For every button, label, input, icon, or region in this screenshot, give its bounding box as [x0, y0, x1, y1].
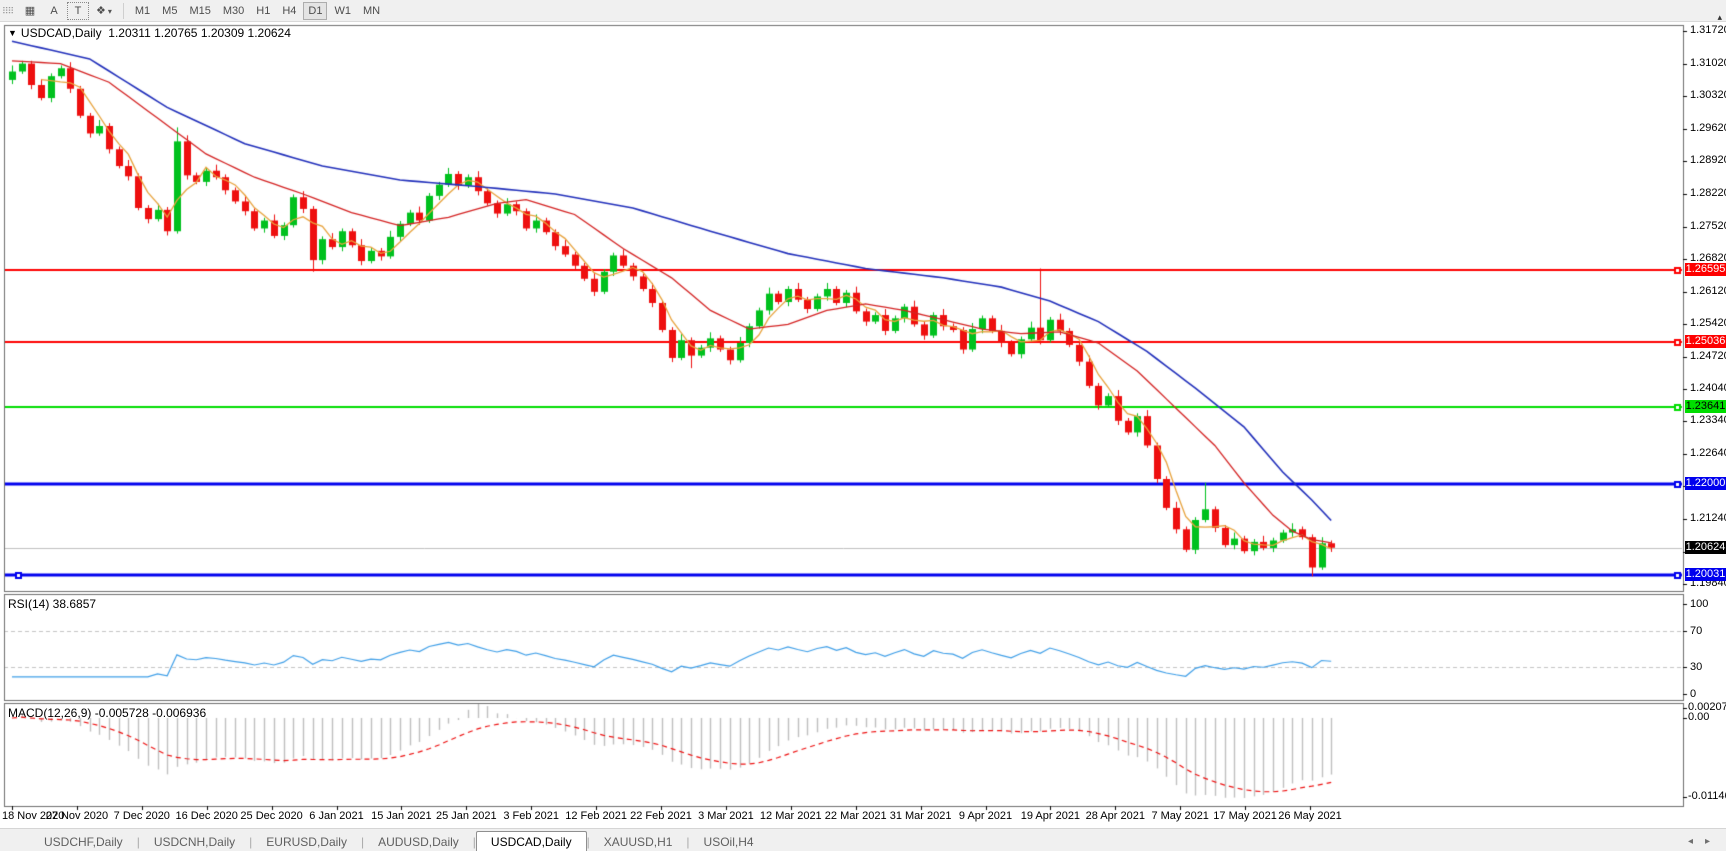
price-tick-label: 1.26120	[1690, 284, 1726, 297]
date-axis-label: 27 Nov 2020	[45, 810, 109, 822]
date-axis-label: 16 Dec 2020	[175, 810, 238, 822]
chart-tab-xauusd[interactable]: XAUUSD,H1	[590, 833, 687, 851]
date-axis-label: 6 Jan 2021	[309, 810, 364, 822]
chevron-down-icon: ▾	[107, 6, 112, 16]
date-axis-label: 31 Mar 2021	[889, 810, 952, 822]
date-axis-label: 25 Dec 2020	[240, 810, 303, 822]
date-axis-label: 25 Jan 2021	[436, 810, 497, 822]
timeframe-button-w1[interactable]: W1	[329, 2, 356, 20]
chart-tab-eurusd[interactable]: EURUSD,Daily	[252, 833, 361, 851]
price-tick-label: 1.25420	[1690, 317, 1726, 330]
price-tick-label: 1.31720	[1690, 24, 1726, 36]
macd-tick-label: 0.00	[1688, 711, 1710, 723]
objects-button[interactable]: ❖ ▾	[91, 2, 117, 20]
rsi-tick-label: 0	[1690, 688, 1697, 700]
chart-tab-usoil[interactable]: USOil,H4	[690, 833, 768, 851]
toolbar-separator	[122, 2, 124, 19]
chart-tab-usdcnh[interactable]: USDCNH,Daily	[140, 833, 249, 851]
price-tick-label: 1.24040	[1690, 381, 1726, 394]
toolbar-grip-icon[interactable]: ⠿⠿	[2, 4, 14, 18]
chart-symbol-header[interactable]: ▼ USDCAD,Daily 1.20311 1.20765 1.20309 1.…	[8, 26, 291, 40]
rsi-tick-label: 70	[1690, 625, 1703, 637]
price-line-tag: 1.23641	[1685, 400, 1726, 414]
price-tick-label: 1.27520	[1690, 219, 1726, 232]
date-axis-label: 12 Mar 2021	[759, 810, 822, 822]
timeframe-button-d1[interactable]: D1	[303, 1, 328, 20]
date-axis-label: 15 Jan 2021	[371, 810, 432, 822]
date-axis-label: 22 Mar 2021	[824, 810, 887, 822]
chart-tab-usdchf[interactable]: USDCHF,Daily	[30, 833, 137, 851]
timeframe-button-m30[interactable]: M30	[218, 2, 249, 20]
objects-icon: ❖	[96, 4, 106, 17]
price-tick-label: 1.23340	[1690, 414, 1726, 427]
macd-tick-label: -0.011462	[1688, 790, 1726, 802]
chart-symbol-label: USDCAD,Daily	[20, 26, 102, 40]
date-axis-label: 3 Mar 2021	[698, 810, 754, 822]
rsi-tick-label: 30	[1690, 661, 1703, 673]
price-tick-label: 1.28220	[1690, 186, 1726, 199]
date-axis-label: 26 May 2021	[1278, 810, 1342, 822]
date-axis-label: 17 May 2021	[1213, 810, 1277, 822]
chart-tab-bar: USDCHF,Daily | USDCNH,Daily | EURUSD,Daily | A…	[0, 828, 1726, 851]
price-tick-label: 1.21240	[1690, 512, 1726, 525]
rsi-tick-label: 100	[1690, 598, 1709, 610]
text-label-icon[interactable]: A	[43, 2, 65, 20]
timeframe-button-m1[interactable]: M1	[130, 2, 155, 20]
date-axis-label: 22 Feb 2021	[630, 810, 692, 822]
indicator-window-icon[interactable]: ▦	[19, 2, 41, 20]
price-tick-label: 1.22640	[1690, 446, 1726, 459]
price-line-tag: 1.25036	[1685, 335, 1726, 349]
price-tick-label: 1.28920	[1690, 154, 1726, 167]
timeframe-button-m15[interactable]: M15	[184, 2, 215, 20]
rsi-indicator-label: RSI(14) 38.6857	[8, 597, 97, 611]
tab-nav-arrows: ◂ ▸	[1682, 833, 1716, 851]
timeframe-button-group: M1 M5 M15 M30 H1 H4 D1 W1 MN	[129, 1, 386, 20]
price-tick-label: 1.24720	[1690, 349, 1726, 362]
price-tick-label: 1.30320	[1690, 89, 1726, 102]
chart-toolbar: ⠿⠿ ▦ A T ❖ ▾ M1 M5 M15 M30 H1 H4 D1 W1 MN	[0, 0, 1726, 22]
price-tick-label: 1.29620	[1690, 121, 1726, 134]
timeframe-button-h1[interactable]: H1	[251, 2, 275, 20]
price-line-tag: 1.26595	[1685, 262, 1726, 276]
timeframe-button-m5[interactable]: M5	[157, 2, 182, 20]
macd-indicator-label: MACD(12,26,9) -0.005728 -0.006936	[8, 706, 207, 720]
tab-scroll-left-icon[interactable]: ◂	[1682, 836, 1699, 847]
chart-tab-audusd[interactable]: AUDUSD,Daily	[364, 833, 473, 851]
date-axis-label: 9 Apr 2021	[958, 810, 1013, 822]
price-line-tag: 1.20624	[1685, 540, 1726, 554]
price-chart-canvas[interactable]	[0, 0, 1726, 851]
text-tool-icon[interactable]: T	[67, 1, 89, 20]
date-axis-label: 7 Dec 2020	[113, 810, 170, 822]
metatrader-window: ⠿⠿ ▦ A T ❖ ▾ M1 M5 M15 M30 H1 H4 D1 W1 MN ▴ ▼ USDC…	[0, 0, 1726, 851]
chart-ohlc-values: 1.20311 1.20765 1.20309 1.20624	[108, 26, 291, 40]
date-axis-label: 7 May 2021	[1151, 810, 1209, 822]
timeframe-button-mn[interactable]: MN	[358, 2, 385, 20]
chart-tab-usdcad[interactable]: USDCAD,Daily	[475, 831, 587, 851]
date-axis-label: 28 Apr 2021	[1085, 810, 1145, 822]
chevron-down-icon: ▼	[8, 28, 17, 38]
date-axis-label: 19 Apr 2021	[1020, 810, 1081, 822]
tab-scroll-right-icon[interactable]: ▸	[1699, 836, 1716, 847]
tab-group: USDCHF,Daily | USDCNH,Daily | EURUSD,Daily | A…	[30, 831, 768, 851]
price-tick-label: 1.31020	[1690, 56, 1726, 69]
price-line-tag: 1.22000	[1685, 476, 1726, 490]
date-axis-label: 12 Feb 2021	[565, 810, 627, 822]
timeframe-button-h4[interactable]: H4	[277, 2, 301, 20]
chart-collapse-icon[interactable]: ▴	[1717, 12, 1722, 23]
price-line-tag: 1.20031	[1685, 568, 1726, 582]
date-axis-label: 3 Feb 2021	[503, 810, 560, 822]
